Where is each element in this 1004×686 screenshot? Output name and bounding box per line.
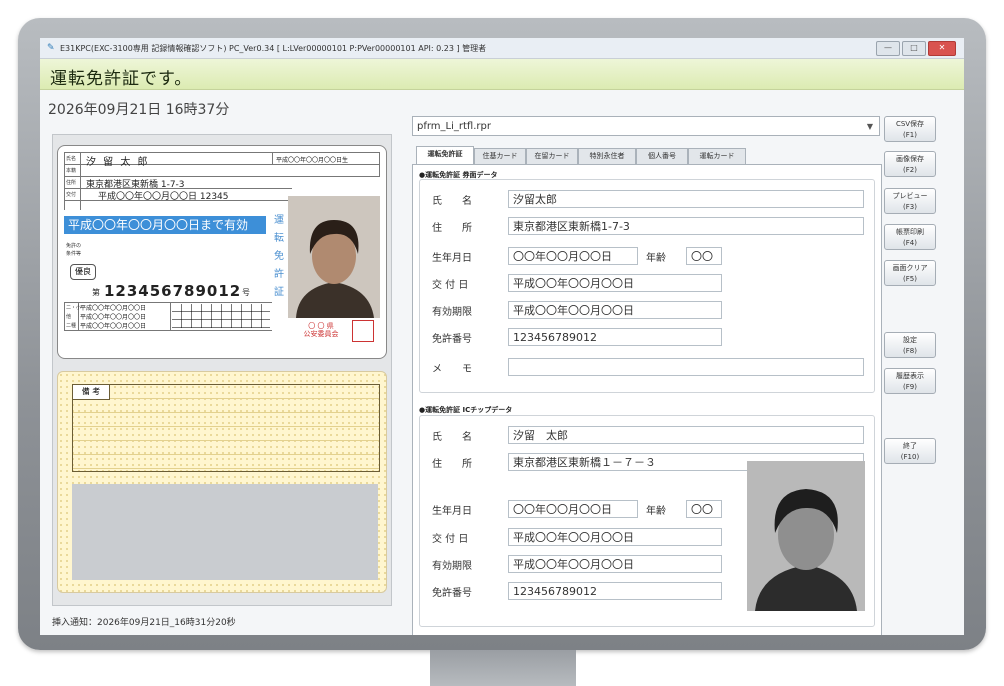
validity-band: 平成〇〇年〇〇月〇〇日まで有効 <box>64 216 266 234</box>
license-class-grid <box>172 304 270 328</box>
image-save-button[interactable]: 画像保存 (F2) <box>884 151 936 177</box>
date-1: 平成〇〇年〇〇月〇〇日 <box>80 305 147 312</box>
license-card-image: 氏名 汐 留 太 郎 平成〇〇年〇〇月〇〇日生 本籍 住所 東京都港区東新橋 1… <box>57 145 387 359</box>
name-label: 氏名 <box>66 156 77 162</box>
card-vertical-label: 運転免許証 <box>274 215 284 298</box>
surface-expiry-field: 平成〇〇年〇〇月〇〇日 <box>508 301 722 319</box>
number-suffix: 号 <box>242 288 250 297</box>
chevron-down-icon: ▼ <box>866 122 873 131</box>
authority-seal <box>352 320 374 342</box>
chip-section-title: ●運転免許証 ICチップデータ <box>419 406 513 414</box>
chip-license-field: 123456789012 <box>508 582 722 600</box>
maximize-button[interactable]: □ <box>902 41 926 56</box>
app-window: ✎ E31KPC(EXC-3100専用 記録情報確認ソフト) PC_Ver0.3… <box>40 38 964 635</box>
close-button[interactable]: ✕ <box>928 41 956 56</box>
issue-label: 交付 <box>66 192 77 198</box>
minimize-button[interactable]: — <box>876 41 900 56</box>
condition-label-1: 免許の <box>66 243 82 249</box>
card-issue: 平成〇〇年〇〇月〇〇日 12345 <box>98 192 229 202</box>
card-image-panel: 氏名 汐 留 太 郎 平成〇〇年〇〇月〇〇日生 本籍 住所 東京都港区東新橋 1… <box>52 134 392 606</box>
number-prefix: 第 <box>92 288 100 297</box>
surface-issue-label: 交 付 日 <box>432 280 469 291</box>
portrait-image <box>288 196 380 318</box>
report-template-select[interactable]: pfrm_Li_rtfl.rpr ▼ <box>412 116 880 136</box>
surface-data-group: 氏 名 汐留太郎 住 所 東京都港区東新橋1-7-3 生年月日 〇〇年〇〇月〇〇… <box>419 179 875 393</box>
surface-birth-field: 〇〇年〇〇月〇〇日 <box>508 247 638 265</box>
surface-name-label: 氏 名 <box>432 196 472 207</box>
memo-label: メ モ <box>432 364 472 375</box>
insert-notice: 挿入通知：2026年09月21日_16時31分20秒 <box>52 618 236 628</box>
chip-portrait-image <box>747 461 865 611</box>
excellent-driver-badge: 優良 <box>70 264 96 280</box>
surface-expiry-label: 有効期限 <box>432 307 472 318</box>
chip-license-label: 免許番号 <box>432 588 472 599</box>
surface-birth-label: 生年月日 <box>432 253 472 264</box>
memo-input[interactable] <box>508 358 864 376</box>
app-icon: ✎ <box>47 43 55 53</box>
select-value: pfrm_Li_rtfl.rpr <box>417 121 491 132</box>
condition-label-2: 条件等 <box>66 251 82 257</box>
message-banner: 運転免許証です。 <box>40 59 964 90</box>
surface-license-field: 123456789012 <box>508 328 722 346</box>
tab-juki-card[interactable]: 住基カード <box>474 148 526 164</box>
tab-residence-card[interactable]: 在留カード <box>526 148 578 164</box>
chip-name-field: 汐留 太郎 <box>508 426 864 444</box>
remarks-label: 備 考 <box>73 385 110 400</box>
date-2: 平成〇〇年〇〇月〇〇日 <box>80 314 147 321</box>
honseki-label: 本籍 <box>66 168 77 174</box>
surface-name-field: 汐留太郎 <box>508 190 864 208</box>
tab-drivers-license[interactable]: 運転免許証 <box>416 146 474 164</box>
chip-address-label: 住 所 <box>432 459 472 470</box>
banner-text: 運転免許証です。 <box>50 69 193 89</box>
tab-special-resident[interactable]: 特別永住者 <box>578 148 636 164</box>
chip-expiry-field: 平成〇〇年〇〇月〇〇日 <box>508 555 722 573</box>
authority-text: 〇 〇 県 公安委員会 <box>303 322 339 338</box>
row-label-3: 二種 <box>66 323 77 329</box>
card-number: 123456789012 <box>104 282 242 300</box>
chip-name-label: 氏 名 <box>432 432 472 443</box>
row-label-1: 二・小 <box>66 305 82 311</box>
chip-expiry-label: 有効期限 <box>432 561 472 572</box>
clear-screen-button[interactable]: 画面クリア (F5) <box>884 260 936 286</box>
license-data-panel: ●運転免許証 券面データ 氏 名 汐留太郎 住 所 東京都港区東新橋1-7-3 … <box>412 164 882 635</box>
date-3: 平成〇〇年〇〇月〇〇日 <box>80 323 147 330</box>
remarks-box: 備 考 <box>72 384 380 472</box>
tab-my-number[interactable]: 個人番号 <box>636 148 688 164</box>
preview-button[interactable]: プレビュー (F3) <box>884 188 936 214</box>
surface-age-field: 〇〇 <box>686 247 722 265</box>
remarks-blank <box>72 484 378 580</box>
surface-age-label: 年齢 <box>646 253 666 264</box>
csv-save-button[interactable]: CSV保存 (F1) <box>884 116 936 142</box>
chip-birth-field: 〇〇年〇〇月〇〇日 <box>508 500 638 518</box>
print-report-button[interactable]: 帳票印刷 (F4) <box>884 224 936 250</box>
history-button[interactable]: 履歴表示 (F9) <box>884 368 936 394</box>
chip-birth-label: 生年月日 <box>432 506 472 517</box>
chip-photo <box>747 461 865 611</box>
card-photo <box>288 196 380 318</box>
window-title: E31KPC(EXC-3100専用 記録情報確認ソフト) PC_Ver0.34 … <box>60 44 487 53</box>
address-label: 住所 <box>66 180 77 186</box>
chip-issue-field: 平成〇〇年〇〇月〇〇日 <box>508 528 722 546</box>
chip-age-field: 〇〇 <box>686 500 722 518</box>
surface-address-field: 東京都港区東新橋1-7-3 <box>508 217 864 235</box>
surface-issue-field: 平成〇〇年〇〇月〇〇日 <box>508 274 722 292</box>
tab-driving-card[interactable]: 運転カード <box>688 148 746 164</box>
surface-license-label: 免許番号 <box>432 334 472 345</box>
current-datetime: 2026年09月21日 16時37分 <box>48 102 230 118</box>
remarks-area: 備 考 <box>57 371 387 593</box>
chip-age-label: 年齢 <box>646 506 666 517</box>
row-label-2: 他 <box>66 314 72 320</box>
surface-address-label: 住 所 <box>432 223 472 234</box>
exit-button[interactable]: 終了 (F10) <box>884 438 936 464</box>
card-name: 汐 留 太 郎 <box>86 157 150 168</box>
settings-button[interactable]: 設定 (F8) <box>884 332 936 358</box>
monitor-stand <box>430 650 576 686</box>
chip-issue-label: 交 付 日 <box>432 534 469 545</box>
card-birth: 平成〇〇年〇〇月〇〇日生 <box>276 157 349 164</box>
title-bar: ✎ E31KPC(EXC-3100専用 記録情報確認ソフト) PC_Ver0.3… <box>40 38 964 59</box>
